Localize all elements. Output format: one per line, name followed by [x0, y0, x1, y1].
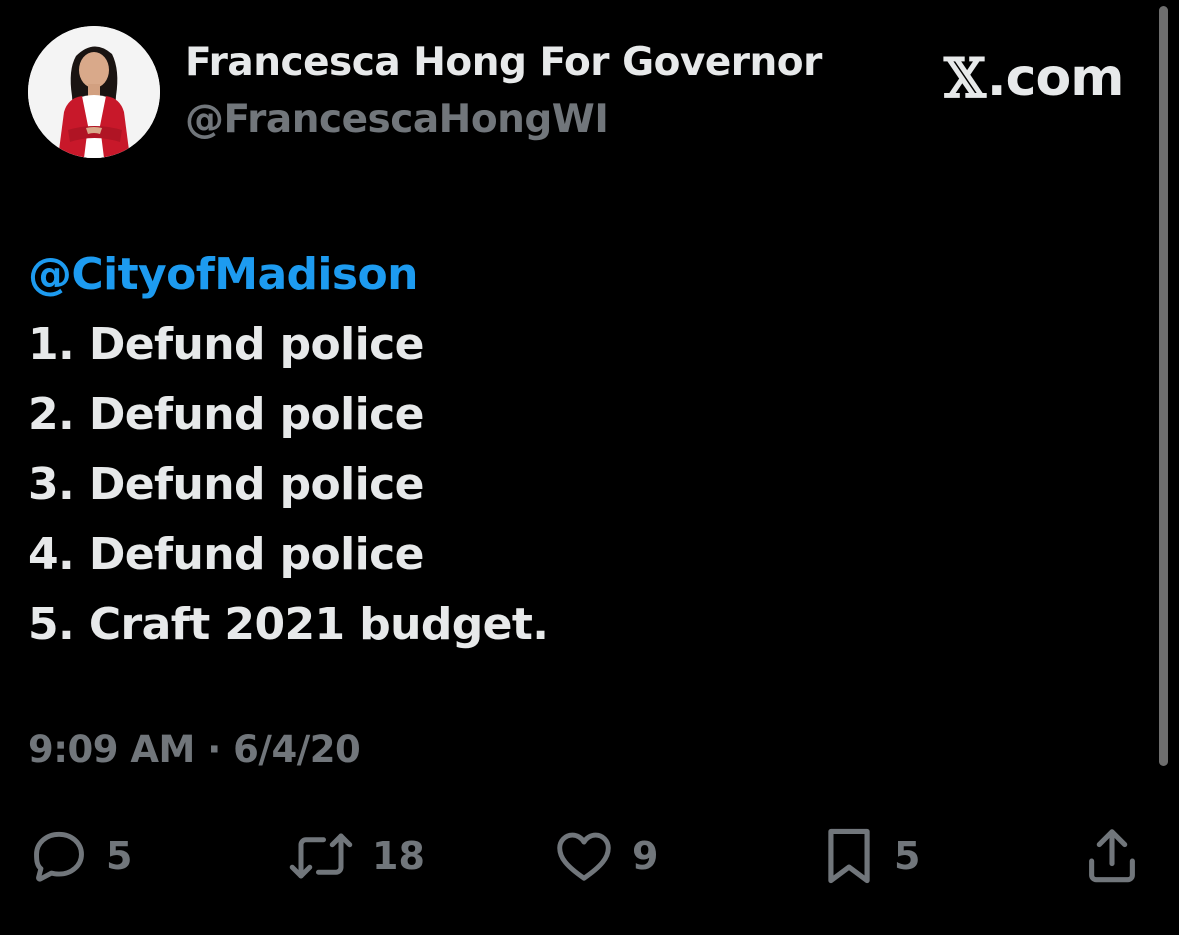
profile-photo-icon: [28, 26, 160, 158]
retweet-icon: [289, 833, 353, 879]
like-button[interactable]: 9: [552, 820, 658, 892]
share-button[interactable]: [1084, 820, 1140, 892]
action-bar: 5 18 9 5: [0, 820, 1179, 892]
like-count: 9: [632, 834, 659, 878]
share-icon: [1089, 829, 1135, 883]
mention-link[interactable]: @CityofMadison: [28, 240, 1128, 310]
tweet-line: 5. Craft 2021 budget.: [28, 599, 549, 650]
tweet-line: 4. Defund police: [28, 529, 424, 580]
tweet-text: @CityofMadison 1. Defund police 2. Defun…: [28, 240, 1128, 660]
tweet-timestamp[interactable]: 9:09 AM · 6/4/20: [28, 728, 361, 771]
tweet-line: 1. Defund police: [28, 319, 424, 370]
retweet-button[interactable]: 18: [286, 820, 425, 892]
tweet-card: Francesca Hong For Governor @FrancescaHo…: [0, 0, 1179, 935]
author-handle[interactable]: @FrancescaHongWI: [185, 97, 609, 142]
tweet-line: 2. Defund police: [28, 389, 424, 440]
heart-icon: [557, 832, 611, 881]
retweet-count: 18: [372, 834, 425, 878]
tweet-line: 3. Defund police: [28, 459, 424, 510]
reply-icon: [34, 831, 84, 882]
x-logo-icon: 𝕏: [944, 46, 986, 110]
bookmark-count: 5: [894, 834, 921, 878]
brand-suffix: .com: [986, 48, 1124, 108]
x-com-logo: 𝕏 .com: [944, 46, 1124, 110]
bookmark-button[interactable]: 5: [820, 820, 920, 892]
avatar[interactable]: [28, 26, 160, 158]
author-display-name[interactable]: Francesca Hong For Governor: [185, 40, 822, 85]
reply-button[interactable]: 5: [28, 820, 132, 892]
scrollbar[interactable]: [1159, 6, 1168, 766]
bookmark-icon: [828, 828, 870, 884]
reply-count: 5: [106, 834, 133, 878]
